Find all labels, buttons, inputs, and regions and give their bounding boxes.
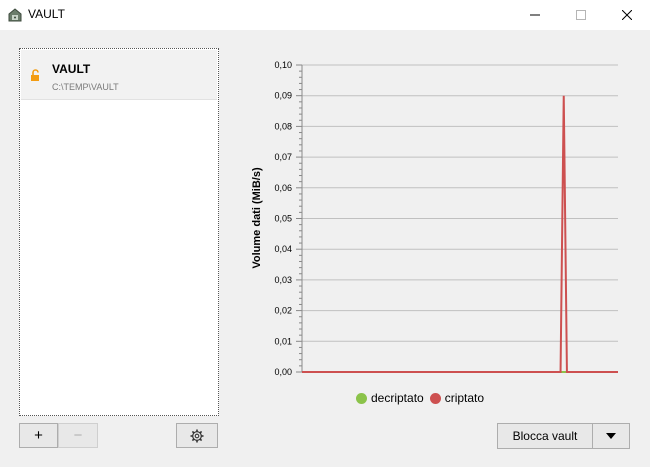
throughput-chart: 0,10 0,09 0,08 0,07 0,06 0,05 0,04 0,03 0,02 0,01… — [251, 60, 618, 377]
legend-label-criptato: criptato — [444, 391, 485, 405]
minimize-icon — [530, 14, 540, 16]
title-bar: VAULT — [0, 0, 650, 30]
triangle-down-icon — [606, 433, 616, 439]
maximize-icon — [576, 10, 586, 20]
unlocked-padlock-icon — [31, 69, 39, 81]
y-tick-label: 0,05 — [274, 214, 292, 224]
lock-vault-button[interactable]: Blocca vault — [497, 423, 593, 449]
add-vault-button[interactable]: + — [19, 423, 58, 448]
y-tick-label: 0,03 — [274, 275, 292, 285]
legend-item-decriptato: decriptato — [356, 391, 424, 405]
y-tick-label: 0,01 — [274, 336, 292, 346]
legend-marker-decriptato — [356, 392, 367, 404]
close-button[interactable] — [604, 0, 650, 30]
lock-vault-label: Blocca vault — [512, 429, 578, 443]
y-tick-label: 0,07 — [274, 152, 292, 162]
app-icon — [8, 8, 22, 22]
legend-item-criptato: criptato — [429, 391, 485, 405]
lock-options-dropdown-button[interactable] — [592, 423, 630, 449]
gear-icon — [190, 429, 204, 442]
y-tick-label: 0,06 — [274, 183, 292, 193]
y-tick-label: 0,08 — [274, 121, 292, 131]
window-title: VAULT — [28, 7, 65, 21]
y-tick-label: 0,10 — [274, 60, 292, 70]
vault-name: VAULT — [52, 62, 91, 76]
legend-label-decriptato: decriptato — [371, 391, 424, 405]
y-tick-label: 0,02 — [274, 306, 292, 316]
remove-vault-button[interactable]: − — [58, 423, 98, 448]
legend-marker-criptato — [429, 392, 441, 404]
chart-legend: decriptato criptato — [356, 391, 490, 405]
close-icon — [622, 10, 632, 20]
settings-button[interactable] — [176, 423, 218, 448]
y-axis-label: Volume dati (MiB/s) — [251, 167, 263, 269]
y-tick-label: 0,04 — [274, 244, 292, 254]
minus-icon: − — [73, 427, 83, 444]
vault-list-item[interactable]: VAULT C:\TEMP\VAULT — [21, 50, 217, 100]
minimize-button[interactable] — [512, 0, 558, 30]
series-line-criptato — [302, 95, 618, 373]
vault-list[interactable]: VAULT C:\TEMP\VAULT — [19, 48, 219, 416]
y-tick-label: 0,09 — [274, 91, 292, 101]
y-tick-label: 0,00 — [274, 367, 292, 377]
plus-icon: + — [34, 427, 43, 444]
vault-path: C:\TEMP\VAULT — [52, 82, 119, 92]
maximize-button[interactable] — [558, 0, 604, 30]
